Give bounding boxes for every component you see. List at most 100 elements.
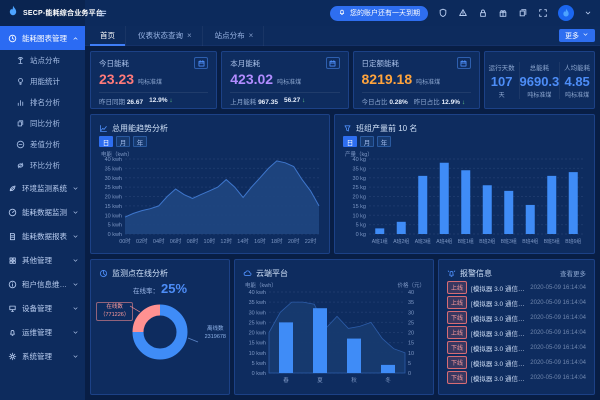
svg-text:35 kwh: 35 kwh <box>105 166 122 172</box>
tab-仪表状态查询[interactable]: 仪表状态查询× <box>128 26 203 46</box>
svg-text:0 kwh: 0 kwh <box>252 371 266 377</box>
alert-text: [模拟器 3.0 通信设备]模拟器 3.0... <box>471 373 526 383</box>
summary-value: 107 <box>485 74 519 89</box>
summary-stat-0: 运行天数 107 天 <box>485 62 519 99</box>
svg-text:价格（元）: 价格（元） <box>397 281 425 289</box>
antenna-icon <box>16 56 25 65</box>
menu-toggle-icon[interactable] <box>97 8 108 19</box>
sidebar-subitem-排名分析[interactable]: 排名分析 <box>0 92 85 113</box>
chevron-down-icon <box>72 353 79 360</box>
svg-text:30 kwh: 30 kwh <box>105 176 122 182</box>
alert-row-2[interactable]: 下线 [模拟器 3.0 通信设备]模拟器 3.0... 2020-05-09 1… <box>447 310 586 325</box>
svg-text:14时: 14时 <box>237 237 249 245</box>
hamburger-icon[interactable] <box>97 8 108 19</box>
svg-text:25 kg: 25 kg <box>353 185 366 191</box>
trend-chart-title: 总用能趋势分析 <box>112 123 168 134</box>
chevron-down-icon[interactable] <box>584 9 592 17</box>
summary-stat-1: 总能耗 9690.3 吨标准煤 <box>519 62 560 99</box>
stat-card-unit: 吨标准煤 <box>277 77 301 86</box>
user-avatar[interactable] <box>558 5 574 21</box>
sidebar-subitem-环比分析[interactable]: 环比分析 <box>0 155 85 176</box>
period-toggle-年[interactable]: 年 <box>377 136 391 147</box>
alert-status-badge: 上线 <box>447 326 467 339</box>
cloud-platform-panel: 云端平台 电能（kwh）价格（元）0 kwh05 kwh510 kwh1015 … <box>234 259 434 395</box>
account-expiry-notice[interactable]: 您的账户还有一天到期 <box>330 6 428 21</box>
alert-time: 2020-05-09 16:14:04 <box>530 315 586 321</box>
svg-text:0 kwh: 0 kwh <box>108 232 122 238</box>
svg-text:0 kg: 0 kg <box>356 232 366 238</box>
period-toggle-月[interactable]: 月 <box>360 136 374 147</box>
sidebar-subitem-label: 差值分析 <box>30 139 60 150</box>
svg-text:40 kwh: 40 kwh <box>105 157 122 163</box>
lock-icon[interactable] <box>478 8 488 18</box>
clock-icon <box>8 34 17 43</box>
gift-icon[interactable] <box>498 8 508 18</box>
stat-card-footer: 昨日同期 26.6712.9% ↓ <box>99 92 208 108</box>
flame-logo-icon <box>7 4 19 22</box>
seasonal-combo-chart: 电能（kwh）价格（元）0 kwh05 kwh510 kwh1015 kwh15… <box>243 280 425 389</box>
sidebar-item-3[interactable]: 能耗数据报表 <box>0 224 85 248</box>
summary-label: 总能耗 <box>520 62 560 72</box>
svg-text:电能（kwh）: 电能（kwh） <box>245 281 277 289</box>
sidebar-item-label: 环境监测系统 <box>22 183 67 194</box>
alert-row-3[interactable]: 上线 [模拟器 3.0 通信设备]模拟器 3.0... 2020-05-09 1… <box>447 325 586 340</box>
calendar-icon <box>328 59 337 68</box>
alert-status-badge: 下线 <box>447 371 467 384</box>
tab-站点分布[interactable]: 站点分布× <box>205 26 265 46</box>
ranking-period-toggles: 日月年 <box>343 136 586 147</box>
sidebar-item-8[interactable]: 系统管理 <box>0 344 85 368</box>
summary-panel: 运行天数 107 天总能耗 9690.3 吨标准煤人均能耗 4.85 吨标准煤 <box>484 51 595 109</box>
svg-text:02时: 02时 <box>136 237 148 245</box>
sidebar-subitem-差值分析[interactable]: 差值分析 <box>0 134 85 155</box>
bell-icon <box>338 8 346 16</box>
period-toggle-年[interactable]: 年 <box>133 136 147 147</box>
sidebar-subitem-同比分析[interactable]: 同比分析 <box>0 113 85 134</box>
sidebar-item-2[interactable]: 能耗数据监测 <box>0 200 85 224</box>
alert-row-5[interactable]: 下线 [模拟器 3.0 通信设备]模拟器 3.0... 2020-05-09 1… <box>447 355 586 370</box>
period-toggle-日[interactable]: 日 <box>99 136 113 147</box>
tabs-more-button[interactable]: 更多 <box>559 29 595 42</box>
trend-down-arrow: ↓ <box>302 97 305 104</box>
alert-text: [模拟器 3.0 通信设备]模拟器 3.0... <box>471 328 526 338</box>
close-icon[interactable]: × <box>249 31 254 40</box>
bell-icon <box>8 328 17 337</box>
minus-circle-icon <box>16 140 25 149</box>
sidebar-item-5[interactable]: 租户信息维护管理 <box>0 272 85 296</box>
sidebar-item-label: 租户信息维护管理 <box>22 279 67 290</box>
fullscreen-icon[interactable] <box>538 8 548 18</box>
funnel-icon <box>343 124 352 133</box>
sidebar-item-7[interactable]: 运维管理 <box>0 320 85 344</box>
summary-unit: 天 <box>485 90 519 99</box>
alert-row-1[interactable]: 上线 [模拟器 3.0 通信设备]模拟器 3.0... 2020-05-09 1… <box>447 295 586 310</box>
close-icon[interactable]: × <box>187 31 192 40</box>
online-rate-value: 25% <box>161 281 187 296</box>
period-toggle-日[interactable]: 日 <box>343 136 357 147</box>
alarm-icon <box>447 269 456 278</box>
cloud-panel-title: 云端平台 <box>256 268 288 279</box>
alerts-more-link[interactable]: 查看更多 <box>560 268 586 278</box>
line-chart-icon <box>99 124 108 133</box>
svg-text:B班1组: B班1组 <box>458 238 474 245</box>
period-toggle-月[interactable]: 月 <box>116 136 130 147</box>
alert-row-6[interactable]: 下线 [模拟器 3.0 通信设备]模拟器 3.0... 2020-05-09 1… <box>447 370 586 385</box>
svg-text:16时: 16时 <box>254 237 266 245</box>
alert-time: 2020-05-09 16:14:04 <box>530 330 586 336</box>
sidebar-subitem-站点分布[interactable]: 站点分布 <box>0 50 85 71</box>
alert-row-4[interactable]: 下线 [模拟器 3.0 通信设备]模拟器 3.0... 2020-05-09 1… <box>447 340 586 355</box>
sidebar-subitem-用能统计[interactable]: 用能统计 <box>0 71 85 92</box>
sidebar-item-6[interactable]: 设备管理 <box>0 296 85 320</box>
shield-icon[interactable] <box>438 8 448 18</box>
sidebar-item-1[interactable]: 环境监测系统 <box>0 176 85 200</box>
tab-首页[interactable]: 首页 <box>90 26 126 46</box>
sidebar-item-0[interactable]: 能耗图表管理 <box>0 26 85 50</box>
info-icon <box>8 280 17 289</box>
warning-icon[interactable] <box>458 8 468 18</box>
svg-text:10时: 10时 <box>204 237 216 245</box>
sidebar-item-4[interactable]: 其他管理 <box>0 248 85 272</box>
alert-row-0[interactable]: 上线 [模拟器 3.0 通信设备]模拟器 3.0... 2020-05-09 1… <box>447 280 586 295</box>
trend-chart: 电能（kwh）0 kwh5 kwh10 kwh15 kwh20 kwh25 kw… <box>99 149 321 250</box>
doc-icon <box>8 232 17 241</box>
copy-icon[interactable] <box>518 8 528 18</box>
line-chart-icon <box>99 124 108 133</box>
stat-card-value: 23.23 <box>99 71 134 87</box>
